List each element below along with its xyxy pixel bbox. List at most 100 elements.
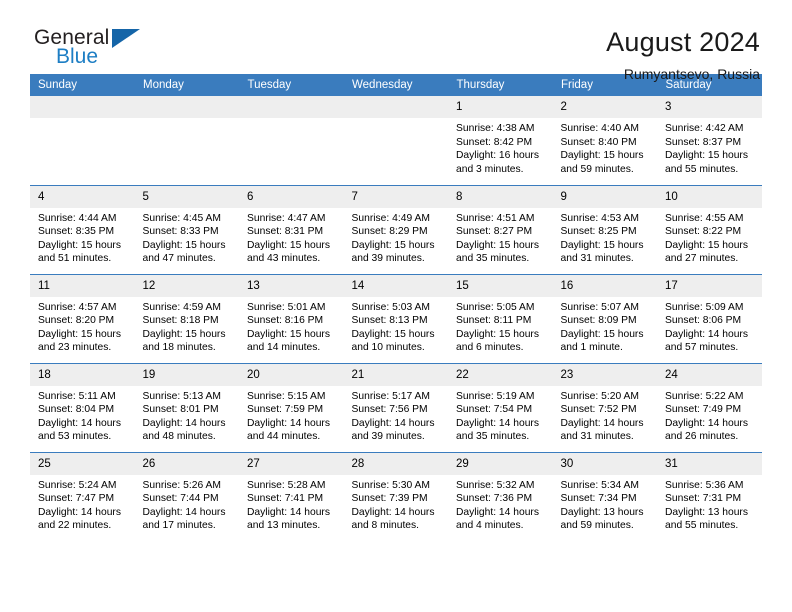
calendar-day-cell[interactable]: 11 Sunrise: 4:57 AM Sunset: 8:20 PM Dayligh… xyxy=(30,273,135,363)
title-block: August 2024 Rumyantsevo, Russia xyxy=(606,26,762,84)
day-sun-info: Sunrise: 5:34 AM Sunset: 7:34 PM Daylight:… xyxy=(553,475,658,533)
weekday-header-sunday: Sunday xyxy=(30,74,135,96)
sunset-text: Sunset: 8:29 PM xyxy=(351,226,428,238)
daylight-text: Daylight: 14 hours and 53 minutes. xyxy=(38,417,121,443)
calendar-day-cell[interactable]: 24 Sunrise: 5:22 AM Sunset: 7:49 PM Dayligh… xyxy=(657,362,762,452)
sunset-text: Sunset: 7:56 PM xyxy=(351,404,428,416)
day-number xyxy=(343,96,448,118)
daylight-text: Daylight: 14 hours and 48 minutes. xyxy=(142,417,226,443)
sunrise-text: Sunrise: 4:59 AM xyxy=(142,301,221,313)
day-sun-info: Sunrise: 5:17 AM Sunset: 7:56 PM Daylight:… xyxy=(344,386,449,444)
day-number: 3 xyxy=(657,96,762,118)
day-sun-info: Sunrise: 5:05 AM Sunset: 8:11 PM Daylight:… xyxy=(448,297,553,355)
sunset-text: Sunset: 7:44 PM xyxy=(142,493,219,505)
calendar-day-cell[interactable]: 10 Sunrise: 4:55 AM Sunset: 8:22 PM Dayligh… xyxy=(657,184,762,274)
day-number: 30 xyxy=(552,452,657,475)
calendar-day-cell[interactable]: 26 Sunrise: 5:26 AM Sunset: 7:44 PM Dayligh… xyxy=(134,451,240,541)
calendar-day-cell[interactable]: 14 Sunrise: 5:03 AM Sunset: 8:13 PM Dayligh… xyxy=(343,273,448,363)
sunset-text: Sunset: 8:37 PM xyxy=(665,136,742,148)
calendar-day-cell[interactable]: 6 Sunrise: 4:47 AM Sunset: 8:31 PM Daylight… xyxy=(239,184,344,274)
calendar-day-cell[interactable]: 15 Sunrise: 5:05 AM Sunset: 8:11 PM Dayligh… xyxy=(448,273,553,363)
day-number: 10 xyxy=(657,185,762,208)
brand-name-blue: Blue xyxy=(56,45,99,68)
calendar-day-cell[interactable]: 27 Sunrise: 5:28 AM Sunset: 7:41 PM Dayligh… xyxy=(239,451,344,541)
sunset-text: Sunset: 8:40 PM xyxy=(560,136,637,148)
calendar-day-cell-empty xyxy=(343,96,448,185)
weekday-header-thursday: Thursday xyxy=(448,74,553,96)
calendar-day-cell[interactable]: 25 Sunrise: 5:24 AM Sunset: 7:47 PM Dayligh… xyxy=(30,451,135,541)
day-sun-info: Sunrise: 5:26 AM Sunset: 7:44 PM Daylight:… xyxy=(135,475,240,533)
day-sun-info: Sunrise: 4:45 AM Sunset: 8:33 PM Daylight:… xyxy=(135,208,240,266)
calendar-week-row: 18 Sunrise: 5:11 AM Sunset: 8:04 PM Dayligh… xyxy=(30,362,762,452)
sunrise-text: Sunrise: 5:01 AM xyxy=(247,301,326,313)
day-number: 17 xyxy=(657,274,762,297)
day-number: 6 xyxy=(239,185,344,208)
calendar-day-cell[interactable]: 1 Sunrise: 4:38 AM Sunset: 8:42 PM Daylight… xyxy=(448,96,553,185)
sunset-text: Sunset: 8:31 PM xyxy=(247,226,324,238)
sunset-text: Sunset: 8:20 PM xyxy=(38,315,115,327)
day-sun-info: Sunrise: 5:13 AM Sunset: 8:01 PM Daylight:… xyxy=(135,386,240,444)
calendar-day-cell[interactable]: 29 Sunrise: 5:32 AM Sunset: 7:36 PM Dayligh… xyxy=(448,451,553,541)
day-number: 11 xyxy=(30,274,135,297)
calendar-day-cell[interactable]: 21 Sunrise: 5:17 AM Sunset: 7:56 PM Dayligh… xyxy=(343,362,449,452)
calendar-day-cell[interactable]: 18 Sunrise: 5:11 AM Sunset: 8:04 PM Dayligh… xyxy=(30,362,135,452)
page-header: General Blue August 2024 Rumyantsevo, Ru… xyxy=(30,0,762,82)
sunset-text: Sunset: 7:34 PM xyxy=(560,493,637,505)
calendar-day-cell[interactable]: 17 Sunrise: 5:09 AM Sunset: 8:06 PM Dayligh… xyxy=(657,273,762,363)
sunset-text: Sunset: 8:01 PM xyxy=(142,404,219,416)
sunrise-text: Sunrise: 4:45 AM xyxy=(142,212,221,224)
day-sun-info: Sunrise: 4:42 AM Sunset: 8:37 PM Daylight:… xyxy=(657,118,762,176)
sunrise-text: Sunrise: 5:17 AM xyxy=(351,390,430,402)
calendar-day-cell[interactable]: 5 Sunrise: 4:45 AM Sunset: 8:33 PM Daylight… xyxy=(134,184,240,274)
sunset-text: Sunset: 8:22 PM xyxy=(665,226,742,238)
day-number: 12 xyxy=(134,274,239,297)
sunrise-text: Sunrise: 5:24 AM xyxy=(38,479,117,491)
day-sun-info: Sunrise: 5:19 AM Sunset: 7:54 PM Daylight:… xyxy=(448,386,553,444)
sunset-text: Sunset: 8:35 PM xyxy=(38,226,115,238)
day-sun-info: Sunrise: 4:57 AM Sunset: 8:20 PM Daylight:… xyxy=(30,297,135,355)
day-number: 24 xyxy=(657,363,762,386)
day-number: 9 xyxy=(552,185,657,208)
day-number: 21 xyxy=(343,363,448,386)
sunset-text: Sunset: 8:09 PM xyxy=(560,315,637,327)
calendar-day-cell[interactable]: 9 Sunrise: 4:53 AM Sunset: 8:25 PM Daylight… xyxy=(552,184,657,274)
day-sun-info: Sunrise: 5:07 AM Sunset: 8:09 PM Daylight:… xyxy=(553,297,658,355)
sunrise-sunset-calendar: Sunday Monday Tuesday Wednesday Thursday… xyxy=(30,74,762,541)
calendar-day-cell[interactable]: 13 Sunrise: 5:01 AM Sunset: 8:16 PM Dayligh… xyxy=(239,273,344,363)
daylight-text: Daylight: 15 hours and 43 minutes. xyxy=(247,239,330,265)
sunset-text: Sunset: 8:16 PM xyxy=(247,315,324,327)
day-sun-info: Sunrise: 5:30 AM Sunset: 7:39 PM Daylight:… xyxy=(344,475,449,533)
sunrise-text: Sunrise: 4:40 AM xyxy=(560,123,639,134)
calendar-day-cell[interactable]: 19 Sunrise: 5:13 AM Sunset: 8:01 PM Dayligh… xyxy=(134,362,240,452)
day-number: 31 xyxy=(657,452,762,475)
blue-triangle-icon xyxy=(112,29,140,48)
day-sun-info: Sunrise: 4:44 AM Sunset: 8:35 PM Daylight:… xyxy=(30,208,135,266)
calendar-day-cell[interactable]: 2 Sunrise: 4:40 AM Sunset: 8:40 PM Daylight… xyxy=(552,96,657,185)
calendar-day-cell[interactable]: 4 Sunrise: 4:44 AM Sunset: 8:35 PM Daylight… xyxy=(30,184,135,274)
calendar-day-cell[interactable]: 28 Sunrise: 5:30 AM Sunset: 7:39 PM Dayligh… xyxy=(343,451,449,541)
calendar-day-cell[interactable]: 8 Sunrise: 4:51 AM Sunset: 8:27 PM Daylight… xyxy=(448,184,553,274)
calendar-day-cell[interactable]: 30 Sunrise: 5:34 AM Sunset: 7:34 PM Dayligh… xyxy=(552,451,658,541)
calendar-day-cell[interactable]: 7 Sunrise: 4:49 AM Sunset: 8:29 PM Daylight… xyxy=(343,184,448,274)
calendar-day-cell[interactable]: 20 Sunrise: 5:15 AM Sunset: 7:59 PM Dayligh… xyxy=(239,362,344,452)
day-number: 14 xyxy=(343,274,448,297)
sunrise-text: Sunrise: 4:51 AM xyxy=(456,212,535,224)
day-number: 25 xyxy=(30,452,135,475)
calendar-day-cell[interactable]: 22 Sunrise: 5:19 AM Sunset: 7:54 PM Dayligh… xyxy=(448,362,553,452)
weekday-header-tuesday: Tuesday xyxy=(239,74,344,96)
sunrise-text: Sunrise: 5:05 AM xyxy=(456,301,535,313)
sunrise-text: Sunrise: 4:44 AM xyxy=(38,212,117,224)
day-number: 13 xyxy=(239,274,344,297)
brand-logo[interactable]: General Blue xyxy=(34,26,154,74)
calendar-day-cell[interactable]: 3 Sunrise: 4:42 AM Sunset: 8:37 PM Daylight… xyxy=(657,96,762,185)
sunrise-text: Sunrise: 4:38 AM xyxy=(456,123,535,134)
daylight-text: Daylight: 14 hours and 39 minutes. xyxy=(351,417,435,443)
day-sun-info: Sunrise: 5:36 AM Sunset: 7:31 PM Daylight:… xyxy=(657,475,762,533)
calendar-day-cell[interactable]: 16 Sunrise: 5:07 AM Sunset: 8:09 PM Dayligh… xyxy=(552,273,658,363)
daylight-text: Daylight: 14 hours and 22 minutes. xyxy=(38,506,121,532)
sunset-text: Sunset: 8:33 PM xyxy=(142,226,219,238)
calendar-day-cell[interactable]: 31 Sunrise: 5:36 AM Sunset: 7:31 PM Dayligh… xyxy=(657,451,762,541)
calendar-day-cell[interactable]: 23 Sunrise: 5:20 AM Sunset: 7:52 PM Dayligh… xyxy=(552,362,657,452)
calendar-day-cell[interactable]: 12 Sunrise: 4:59 AM Sunset: 8:18 PM Dayligh… xyxy=(134,273,239,363)
daylight-text: Daylight: 14 hours and 31 minutes. xyxy=(560,417,644,443)
